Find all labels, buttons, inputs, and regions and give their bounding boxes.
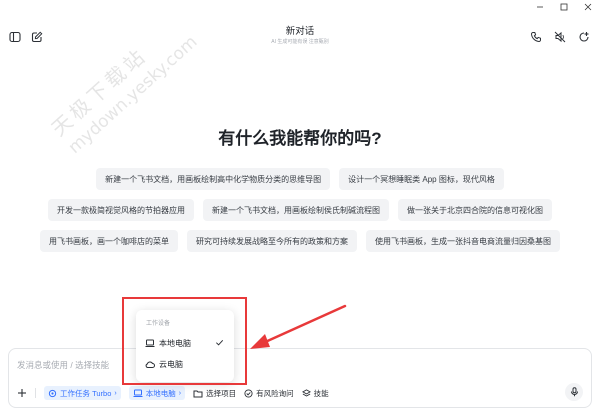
laptop-icon [145,338,155,348]
speaker-mute-icon [554,31,566,43]
toolbar-divider [35,388,36,398]
suggestion-chip[interactable]: 做一张关于北京四合院的信息可视化图 [398,199,552,221]
layers-icon [301,388,311,397]
header-title-area: 新对话 AI 生成可能有误 注意甄别 [0,26,600,46]
page-subtitle: AI 生成可能有误 注意甄别 [271,39,329,45]
skills-label: 技能 [313,388,329,398]
suggestion-chip[interactable]: 开发一款极简视觉风格的节拍器应用 [48,199,194,221]
checkmark-icon [215,338,224,349]
suggestion-chip[interactable]: 新建一个飞书文档，用画板绘制侯氏制碱流程图 [203,199,389,221]
device-dropdown: 工作设备 本地电脑 云电脑 [136,310,234,382]
work-task-label: 工作任务 Turbo [60,388,112,398]
close-button[interactable] [576,0,600,14]
microphone-icon [570,387,578,397]
plus-icon [18,389,26,397]
select-project-button[interactable]: 选择项目 [193,386,236,400]
message-input-box: 发消息或使用 / 选择技能 工作任务 Turbo › 本地电脑 › 选择项目 有… [8,348,592,408]
suggestion-chip[interactable]: 设计一个冥想睡眠类 App 图标，现代风格 [339,168,504,190]
dropdown-item-label: 本地电脑 [159,338,191,348]
new-window-icon [579,32,589,42]
device-label: 本地电脑 [145,388,176,398]
minimize-button[interactable] [528,0,552,14]
chevron-right-icon: › [114,389,117,397]
suggestion-chip[interactable]: 研究可持续发展战略至今所有的政策和方案 [187,230,357,252]
suggestion-chip[interactable]: 新建一个飞书文档，用画板绘制高中化学物质分类的思维导图 [96,168,331,190]
dropdown-item-label: 云电脑 [159,359,183,369]
dropdown-header: 工作设备 [146,321,171,327]
phone-icon [530,32,541,43]
suggestion-chip[interactable]: 用飞书画板，画一个咖啡店的菜单 [40,230,178,252]
minimize-icon [537,6,543,8]
window-controls [528,0,600,14]
maximize-icon [560,3,568,11]
new-window-button[interactable] [577,30,591,44]
laptop-icon [133,389,143,397]
suggestion-row-2: 开发一款极简视觉风格的节拍器应用 新建一个飞书文档，用画板绘制侯氏制碱流程图 做… [0,199,600,221]
voice-input-button[interactable] [565,383,583,401]
chevron-right-icon: › [178,389,182,397]
risk-query-label: 有风险询问 [256,388,294,398]
dropdown-item-cloud-computer[interactable]: 云电脑 [142,355,228,373]
dropdown-item-local-computer[interactable]: 本地电脑 [142,334,228,352]
maximize-button[interactable] [552,0,576,14]
input-toolbar: 工作任务 Turbo › 本地电脑 › 选择项目 有风险询问 技能 [17,385,329,401]
call-button[interactable] [529,30,543,44]
suggestion-row-3: 用飞书画板，画一个咖啡店的菜单 研究可持续发展战略至今所有的政策和方案 使用飞书… [0,230,600,252]
skills-button[interactable]: 技能 [301,386,329,400]
device-button[interactable]: 本地电脑 › [128,386,186,400]
check-circle-icon [244,388,253,398]
welcome-heading: 有什么我能帮你的吗? [218,129,382,148]
page-title: 新对话 [285,26,315,37]
suggestion-chip[interactable]: 使用飞书画板，生成一张抖音电商流量归因桑基图 [366,230,560,252]
task-loop-icon [48,389,57,397]
work-task-button[interactable]: 工作任务 Turbo › [44,386,121,400]
suggestion-row-1: 新建一个飞书文档，用画板绘制高中化学物质分类的思维导图 设计一个冥想睡眠类 Ap… [0,168,600,190]
risk-query-button[interactable]: 有风险询问 [244,386,294,400]
select-project-label: 选择项目 [206,388,237,398]
add-button[interactable] [17,388,27,398]
mute-button[interactable] [553,30,567,44]
close-icon [584,3,592,11]
folder-icon [193,390,203,397]
cloud-icon [145,359,155,369]
message-input[interactable]: 发消息或使用 / 选择技能 [17,359,109,371]
header-right-actions [529,30,591,44]
